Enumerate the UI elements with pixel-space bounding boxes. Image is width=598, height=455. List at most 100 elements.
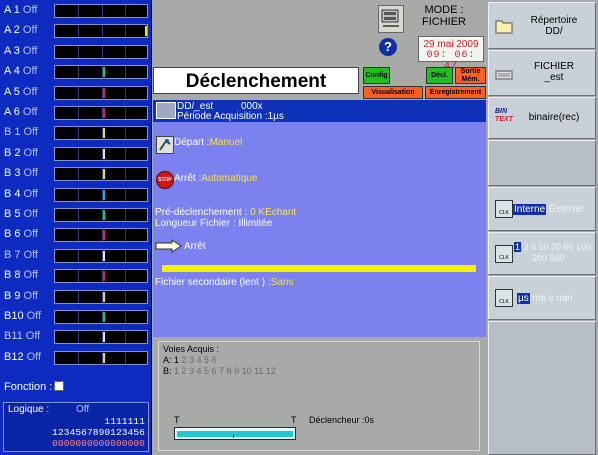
- channel-state: Off: [25, 330, 41, 343]
- voies-a-inactive: 2 3 4 5 6: [179, 355, 217, 365]
- rate-options-1[interactable]: 2 5 10 20 50 100: [521, 242, 592, 252]
- channel-bar-gridline: [102, 45, 103, 58]
- channel-row[interactable]: B 2 Off: [0, 144, 152, 164]
- clock-external-option[interactable]: Externe: [546, 204, 583, 215]
- channel-level-bar[interactable]: [54, 167, 148, 182]
- channel-level-bar[interactable]: [54, 146, 148, 161]
- channel-level-bar[interactable]: [54, 228, 148, 243]
- channel-row[interactable]: A 1 Off: [0, 1, 152, 21]
- channel-row[interactable]: B11 Off: [0, 327, 152, 347]
- pretrigger-value: 0 KEchant: [250, 207, 297, 218]
- channel-state: Off: [23, 208, 38, 220]
- channel-level-bar[interactable]: [54, 65, 148, 80]
- channel-label: B 1 Off: [4, 126, 38, 138]
- channel-name: A 3: [4, 44, 20, 57]
- channel-bar-gridline: [125, 311, 126, 323]
- channel-row[interactable]: A 6 Off: [0, 103, 152, 123]
- channel-state: Off: [23, 146, 38, 159]
- channel-row[interactable]: A 5 Off: [0, 83, 152, 103]
- channel-level-bar[interactable]: [54, 44, 148, 59]
- channel-row[interactable]: B 5 Off: [0, 205, 152, 225]
- channel-level-marker: [103, 230, 105, 241]
- stop-trigger-icon[interactable]: STOP: [156, 171, 174, 189]
- channel-level-bar[interactable]: [54, 126, 148, 141]
- fonction-checkbox[interactable]: [54, 381, 65, 391]
- mode-value: FICHIER: [422, 16, 466, 28]
- channel-level-bar[interactable]: [54, 187, 148, 202]
- rate-selected[interactable]: 1: [514, 242, 522, 252]
- channel-bar-gridline: [78, 107, 79, 119]
- text-icon-label: TEXT: [495, 116, 513, 123]
- channel-label: B 4 Off: [4, 188, 38, 200]
- channel-row[interactable]: B 1 Off: [0, 123, 152, 143]
- channel-row[interactable]: A 4 Off: [0, 62, 152, 82]
- channel-row[interactable]: B 4 Off: [0, 185, 152, 205]
- time-unit-button[interactable]: CLK µs ms s min: [488, 276, 596, 320]
- channel-row[interactable]: B 8 Off: [0, 266, 152, 286]
- mode-label: MODE :: [424, 4, 464, 16]
- stop-setting[interactable]: Arrêt :Automatique: [174, 173, 257, 184]
- secondary-file-setting[interactable]: Fichier secondaire (lent ) :Sans: [155, 277, 293, 288]
- memory-out-button[interactable]: Sortie Mém.: [455, 67, 486, 84]
- unit-selected[interactable]: µs: [517, 293, 530, 304]
- sample-rate-button[interactable]: CLK 1 2 5 10 20 50 100 200 500: [488, 232, 596, 275]
- channel-row[interactable]: B 3 Off: [0, 164, 152, 184]
- channel-bar-gridline: [78, 127, 79, 140]
- start-trigger-icon[interactable]: [156, 136, 174, 154]
- help-icon[interactable]: ?: [379, 38, 397, 56]
- channel-level-marker: [103, 250, 105, 261]
- config-button[interactable]: Config: [363, 67, 390, 84]
- channel-level-bar[interactable]: [54, 85, 148, 100]
- channel-row[interactable]: A 2 Off: [0, 21, 152, 41]
- fonction-label: Fonction :: [4, 381, 53, 393]
- format-button[interactable]: BIN TEXT binaire(rec): [488, 97, 596, 139]
- channel-row[interactable]: B10 Off: [0, 307, 152, 327]
- trigger-button[interactable]: Décl.: [426, 67, 453, 84]
- channel-row[interactable]: A 3 Off: [0, 42, 152, 62]
- file-name-button[interactable]: FICHIER _est: [488, 50, 596, 96]
- start-setting[interactable]: Départ :Manuel: [174, 137, 242, 148]
- unit-options[interactable]: ms s min: [530, 293, 573, 304]
- channel-level-bar[interactable]: [54, 4, 148, 18]
- channel-level-bar[interactable]: [54, 289, 148, 304]
- channel-state: Off: [22, 44, 38, 57]
- channel-name: B12: [4, 350, 24, 363]
- channel-level-bar[interactable]: [54, 350, 148, 365]
- channel-row[interactable]: B 7 Off: [0, 246, 152, 266]
- clock-source-button[interactable]: CLK Interne Externe: [488, 187, 596, 231]
- directory-button[interactable]: Répertoire DD/: [488, 2, 596, 49]
- secondary-file-value: Sans: [270, 277, 294, 288]
- channel-level-bar[interactable]: [54, 248, 148, 263]
- fonction-toggle[interactable]: Fonction :: [4, 381, 65, 393]
- channel-name: B 7: [4, 248, 21, 261]
- channel-level-bar[interactable]: [54, 269, 148, 284]
- channel-state: Off: [23, 187, 38, 200]
- logic-channels[interactable]: Logique : Off 1111111 1234567890123456 0…: [3, 402, 149, 452]
- file-info-bar: DD/_est 000x Période Acquisition :1µs: [153, 100, 486, 122]
- channel-bar-gridline: [78, 249, 79, 262]
- channel-level-marker: [103, 332, 105, 343]
- pretrigger-setting[interactable]: Pré-déclenchement : 0 KEchant: [155, 207, 296, 218]
- channel-level-bar[interactable]: [54, 310, 148, 324]
- channel-bar-gridline: [125, 290, 126, 303]
- channel-row[interactable]: B 6 Off: [0, 225, 152, 245]
- channel-level-bar[interactable]: [54, 24, 148, 39]
- channel-row[interactable]: B 9 Off: [0, 287, 152, 307]
- channel-level-bar[interactable]: [54, 106, 148, 120]
- channel-level-bar[interactable]: [54, 208, 148, 222]
- channel-row[interactable]: B12 Off: [0, 348, 152, 368]
- channel-name: A 1: [4, 4, 20, 16]
- file-length[interactable]: Longueur Fichier : Illimitée: [155, 218, 272, 229]
- file-name-label-2: _est: [544, 72, 564, 83]
- recording-button[interactable]: Enregistrement: [425, 86, 486, 99]
- channel-level-marker: [103, 108, 105, 118]
- rate-options-2[interactable]: 200 500: [514, 253, 595, 264]
- channel-level-bar[interactable]: [54, 330, 148, 345]
- channel-state: Off: [22, 106, 38, 118]
- acquisition-period: Période Acquisition :1µs: [177, 111, 284, 122]
- mode-icon[interactable]: [378, 5, 404, 33]
- channel-state: Off: [26, 310, 42, 322]
- channel-bar-gridline: [125, 188, 126, 201]
- visualisation-button[interactable]: Visualisation: [363, 86, 423, 99]
- clock-internal-option[interactable]: Interne: [513, 204, 547, 215]
